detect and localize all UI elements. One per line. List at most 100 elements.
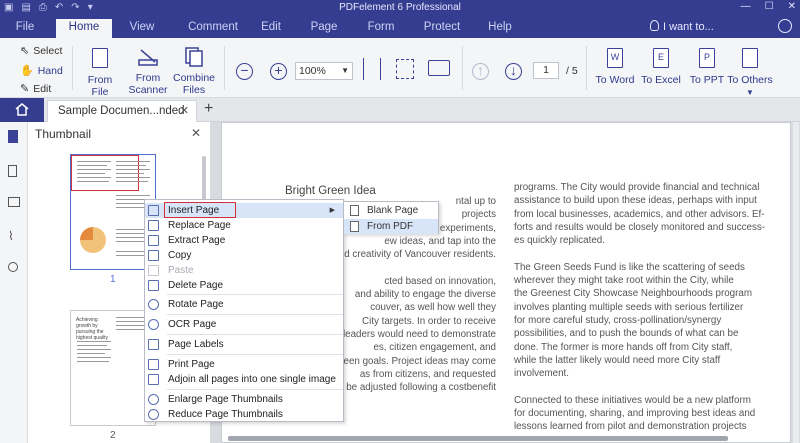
menu-item-extract-page[interactable]: Extract Page (145, 233, 343, 248)
thumbnails-icon[interactable] (8, 130, 18, 143)
menu-item-enlarge-page-thumbnails[interactable]: Enlarge Page Thumbnails (145, 392, 343, 407)
zoom-in-button[interactable]: + (270, 63, 287, 80)
word-icon: W (604, 48, 626, 72)
text-line (514, 380, 765, 393)
document-tab[interactable]: Sample Documen...nded ✕ (47, 100, 197, 122)
print-icon (148, 359, 159, 370)
tab-home[interactable]: Home (56, 19, 112, 38)
zoom-in-icon (148, 394, 159, 405)
search-icon[interactable] (8, 262, 18, 272)
others-icon (739, 48, 761, 72)
attachment-icon[interactable]: ⌇ (8, 230, 20, 242)
extract-page-icon (148, 235, 159, 246)
paste-icon (148, 265, 159, 276)
text-line: forts and results would be closely monit… (514, 221, 766, 233)
menu-item-ocr-page[interactable]: OCR Page (145, 317, 343, 332)
document-tab-bar: Sample Documen...nded ✕ + (0, 98, 800, 122)
next-page-button[interactable]: ↓ (505, 63, 522, 80)
hand-icon: ✋ (20, 65, 34, 77)
text-line (514, 247, 765, 260)
tab-comment[interactable]: Comment (177, 19, 249, 38)
thumbnail-label-1: 1 (110, 274, 116, 285)
menu-item-adjoin-all-pages-into-one-single-image[interactable]: Adjoin all pages into one single image (145, 372, 343, 387)
close-icon[interactable]: ✕ (788, 1, 796, 12)
tab-page[interactable]: Page (306, 19, 342, 38)
copy-icon (148, 250, 159, 261)
thumbnail-label-2: 2 (110, 430, 116, 441)
user-icon[interactable] (778, 19, 792, 33)
tab-help[interactable]: Help (484, 19, 516, 38)
zoom-select[interactable]: 100% ▼ (295, 62, 353, 80)
menu-item-rotate-page[interactable]: Rotate Page (145, 297, 343, 312)
menu-item-label: Print Page (168, 359, 215, 370)
ribbon-toolbar: ⇖ Select ✋ Hand ✎ Edit From File From Sc… (0, 38, 800, 98)
to-ppt-button[interactable]: P To PPT (685, 46, 729, 86)
home-tab[interactable] (0, 98, 44, 122)
tab-form[interactable]: Form (363, 19, 399, 38)
vertical-scrollbar[interactable] (793, 122, 799, 443)
menu-item-page-labels[interactable]: Page Labels (145, 337, 343, 352)
submenu-item-label: From PDF (367, 221, 414, 232)
page-icon (350, 221, 359, 232)
tab-edit[interactable]: Edit (254, 19, 288, 38)
tab-protect[interactable]: Protect (418, 19, 466, 38)
rotate-view-icon[interactable] (396, 59, 414, 79)
zoom-out-icon (148, 409, 159, 420)
to-others-button[interactable]: To Others ▼ (727, 46, 773, 99)
new-tab-button[interactable]: + (204, 100, 213, 118)
pie-chart-icon (80, 227, 106, 253)
menu-item-label: Replace Page (168, 220, 231, 231)
page-icon (350, 205, 359, 216)
replace-page-icon (148, 220, 159, 231)
menu-item-label: Adjoin all pages into one single image (168, 374, 336, 385)
bookmark-icon[interactable] (8, 165, 17, 177)
text-line: while the latter likely would need more … (514, 354, 721, 366)
to-excel-button[interactable]: E To Excel (639, 46, 683, 86)
submenu-item-blank-page[interactable]: Blank Page (344, 203, 438, 218)
minimize-icon[interactable]: — (741, 1, 751, 12)
tab-view[interactable]: View (122, 19, 162, 38)
from-scanner-button[interactable]: From Scanner (126, 46, 170, 96)
from-file-button[interactable]: From File (78, 46, 122, 98)
comment-icon[interactable] (8, 197, 20, 207)
text-line: done. The former is more hands off from … (514, 341, 733, 353)
hand-tool[interactable]: ✋ Hand (20, 64, 63, 78)
text-line: from local businesses, academics, and ot… (514, 208, 765, 220)
text-line: wherever they might take root within the… (514, 275, 734, 287)
menu-item-label: Enlarge Page Thumbnails (168, 394, 283, 405)
combine-files-button[interactable]: Combine Files (172, 46, 216, 96)
tab-file[interactable]: File (10, 19, 40, 38)
menu-item-print-page[interactable]: Print Page (145, 357, 343, 372)
submenu-item-from-pdf[interactable]: From PDF (344, 219, 438, 234)
fit-width-icon[interactable] (363, 58, 381, 80)
menu-item-delete-page[interactable]: Delete Page (145, 278, 343, 293)
horizontal-scrollbar[interactable] (228, 436, 728, 441)
ppt-icon: P (696, 48, 718, 72)
menu-item-reduce-page-thumbnails[interactable]: Reduce Page Thumbnails (145, 407, 343, 422)
menu-separator (167, 334, 343, 335)
close-panel-icon[interactable]: ✕ (191, 126, 201, 140)
chevron-down-icon: ▼ (746, 88, 754, 97)
close-tab-icon[interactable]: ✕ (180, 101, 189, 121)
zoom-out-button[interactable]: − (236, 63, 253, 80)
previous-page-button[interactable]: ↑ (472, 63, 489, 80)
select-tool[interactable]: ⇖ Select (20, 44, 62, 58)
menu-item-insert-page[interactable]: Insert Page ▶ (145, 202, 343, 218)
edit-icon: ✎ (20, 83, 30, 95)
menu-item-paste[interactable]: Paste (145, 263, 343, 278)
rotate-page-icon (148, 299, 159, 310)
edit-tool[interactable]: ✎ Edit (20, 82, 51, 96)
menu-item-copy[interactable]: Copy (145, 248, 343, 263)
menu-separator (167, 354, 343, 355)
maximize-icon[interactable]: ☐ (765, 1, 774, 12)
i-want-to-search[interactable]: I want to... (650, 20, 714, 33)
menu-item-replace-page[interactable]: Replace Page (145, 218, 343, 233)
text-line: the Greenest City Showcase Neighbourhood… (514, 288, 752, 300)
ocr-icon (148, 319, 159, 330)
fullscreen-icon[interactable] (428, 60, 450, 76)
page-number-input[interactable]: 1 (533, 62, 559, 79)
left-rail: ⌇ (0, 122, 28, 443)
chevron-down-icon: ▼ (341, 66, 349, 75)
file-icon (89, 48, 111, 72)
to-word-button[interactable]: W To Word (593, 46, 637, 86)
